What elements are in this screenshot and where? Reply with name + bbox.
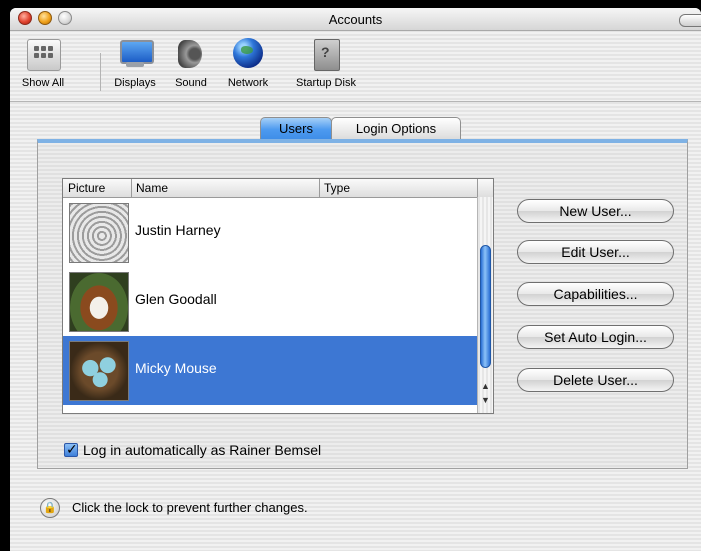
- column-divider: [319, 179, 320, 197]
- user-name: Glen Goodall: [135, 291, 217, 307]
- speaker-icon: [174, 37, 208, 71]
- toolbar-network[interactable]: Network: [218, 37, 278, 89]
- show-all-icon: [26, 37, 61, 71]
- set-auto-login-button[interactable]: Set Auto Login...: [517, 325, 674, 349]
- tab-users[interactable]: Users: [260, 117, 332, 139]
- lock-icon[interactable]: 🔒: [40, 498, 60, 518]
- users-table[interactable]: Picture Name Type Justin Harney Glen Goo…: [62, 178, 494, 414]
- dog-picture: [69, 272, 129, 332]
- scroll-up-arrow-icon[interactable]: ▲: [481, 381, 490, 391]
- column-header-type[interactable]: Type: [324, 181, 350, 195]
- toolbar-displays[interactable]: Displays: [104, 37, 166, 89]
- scroll-down-arrow-icon[interactable]: ▼: [481, 395, 490, 405]
- title-bar[interactable]: Accounts: [10, 8, 701, 31]
- auto-login-label: Log in automatically as Rainer Bemsel: [83, 442, 322, 458]
- users-panel: Picture Name Type Justin Harney Glen Goo…: [37, 139, 688, 469]
- toolbar-sound-label: Sound: [175, 77, 207, 89]
- toolbar-show-all[interactable]: Show All: [12, 37, 74, 89]
- user-name: Micky Mouse: [135, 360, 217, 376]
- zen-garden-picture: [69, 203, 129, 263]
- capabilities-button[interactable]: Capabilities...: [517, 282, 674, 306]
- delete-user-button[interactable]: Delete User...: [517, 368, 674, 392]
- toolbar-displays-label: Displays: [114, 77, 156, 89]
- tab-login-options[interactable]: Login Options: [331, 117, 461, 139]
- toolbar-startup-disk[interactable]: Startup Disk: [286, 37, 366, 89]
- user-name: Justin Harney: [135, 222, 221, 238]
- toolbar-startup-disk-label: Startup Disk: [296, 77, 356, 89]
- toolbar-sound[interactable]: Sound: [166, 37, 216, 89]
- table-header: Picture Name Type: [63, 179, 493, 198]
- new-user-button[interactable]: New User...: [517, 199, 674, 223]
- table-row[interactable]: Glen Goodall: [63, 267, 477, 336]
- column-divider: [477, 179, 478, 197]
- globe-icon: [231, 37, 265, 71]
- toolbar-show-all-label: Show All: [21, 77, 65, 89]
- vertical-scrollbar[interactable]: ▲ ▼: [477, 197, 493, 413]
- column-header-name[interactable]: Name: [136, 181, 168, 195]
- auto-login-checkbox[interactable]: [64, 441, 78, 458]
- lock-label: Click the lock to prevent further change…: [72, 500, 308, 515]
- startup-disk-icon: [309, 37, 343, 71]
- accounts-window: Accounts Show All Displays Sound Network…: [10, 8, 701, 551]
- display-icon: [118, 37, 154, 71]
- toolbar-toggle-button[interactable]: [679, 14, 701, 27]
- edit-user-button[interactable]: Edit User...: [517, 240, 674, 264]
- table-row-selected[interactable]: Micky Mouse: [63, 336, 477, 405]
- nest-eggs-picture: [69, 341, 129, 401]
- table-row[interactable]: Justin Harney: [63, 198, 477, 267]
- scrollbar-thumb[interactable]: [480, 245, 491, 368]
- column-header-picture[interactable]: Picture: [68, 181, 105, 195]
- toolbar-separator: [100, 53, 101, 91]
- column-divider: [131, 179, 132, 197]
- preferences-toolbar: Show All Displays Sound Network Startup: [10, 31, 701, 102]
- window-title: Accounts: [328, 12, 383, 27]
- toolbar-network-label: Network: [227, 77, 269, 89]
